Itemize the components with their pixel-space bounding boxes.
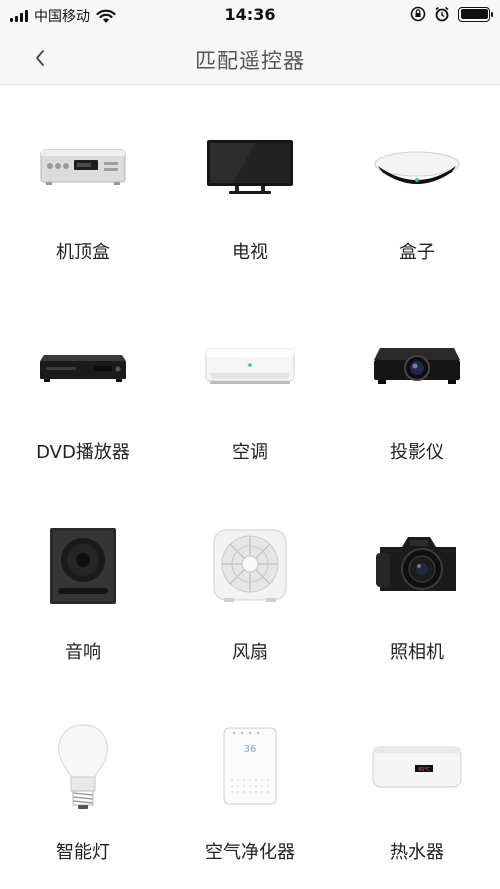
device-item-dvd-player[interactable]: DVD播放器 (0, 286, 166, 486)
alarm-icon (435, 6, 449, 22)
device-item-water-heater[interactable]: 45℃ 热水器 (334, 686, 500, 886)
set-top-box-icon (33, 126, 133, 206)
device-item-smart-bulb[interactable]: 智能灯 (0, 686, 166, 886)
device-label: 音响 (65, 642, 101, 663)
heater-display-text: 45℃ (418, 767, 430, 773)
rotation-lock-icon (410, 6, 426, 22)
device-label: 机顶盒 (56, 242, 110, 263)
speaker-icon (33, 526, 133, 606)
camera-icon (367, 526, 467, 606)
nav-bar: 匹配遥控器 (0, 30, 500, 85)
device-item-fan[interactable]: 风扇 (167, 486, 333, 686)
battery-icon (458, 6, 493, 22)
media-box-icon (367, 126, 467, 206)
device-item-set-top-box[interactable]: 机顶盒 (0, 86, 166, 286)
purifier-display-text: 36 (244, 744, 257, 755)
device-label: 照相机 (390, 642, 444, 663)
device-item-air-conditioner[interactable]: 空调 (167, 286, 333, 486)
projector-icon (367, 326, 467, 406)
air-conditioner-icon (200, 326, 300, 406)
status-right (410, 6, 493, 22)
device-label: 热水器 (390, 842, 444, 863)
tv-icon (200, 126, 300, 206)
smart-bulb-icon (33, 724, 133, 809)
device-label: 空气净化器 (205, 842, 295, 863)
device-item-tv[interactable]: 电视 (167, 86, 333, 286)
device-label: 空调 (232, 442, 268, 463)
water-heater-icon: 45℃ (367, 726, 467, 806)
device-item-camera[interactable]: 照相机 (334, 486, 500, 686)
page-title: 匹配遥控器 (195, 49, 305, 73)
device-label: 智能灯 (56, 842, 110, 863)
device-item-projector[interactable]: 投影仪 (334, 286, 500, 486)
fan-icon (200, 526, 300, 606)
device-label: 盒子 (399, 242, 435, 263)
device-label: 电视 (232, 242, 268, 263)
device-label: DVD播放器 (36, 442, 130, 463)
device-item-speaker[interactable]: 音响 (0, 486, 166, 686)
device-item-media-box[interactable]: 盒子 (334, 86, 500, 286)
dvd-player-icon (33, 326, 133, 406)
status-bar: 中国移动 14:36 (0, 0, 500, 30)
device-label: 投影仪 (390, 442, 444, 463)
air-purifier-icon: 36 (200, 726, 300, 806)
device-item-air-purifier[interactable]: 36 空气净化器 (167, 686, 333, 886)
device-label: 风扇 (232, 642, 268, 663)
